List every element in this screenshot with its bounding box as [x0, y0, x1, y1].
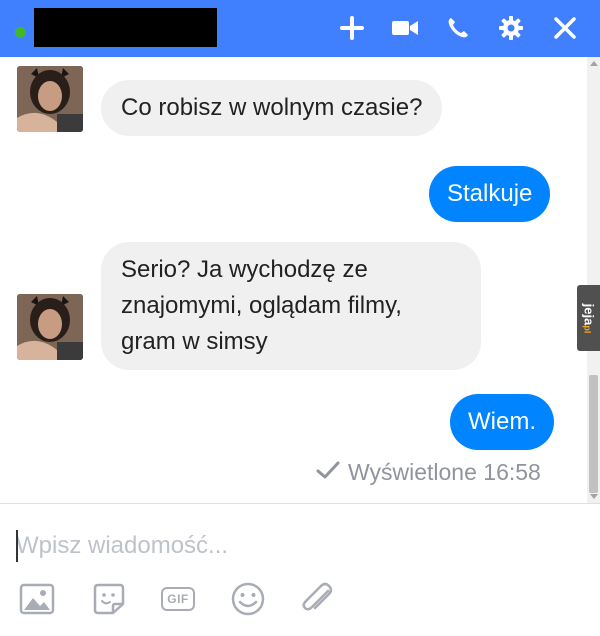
- site-watermark: jejapl: [577, 285, 600, 351]
- message-bubble-outgoing[interactable]: Wiem.: [450, 394, 554, 450]
- scroll-thumb[interactable]: [589, 375, 598, 493]
- checkmark-icon: [316, 459, 340, 486]
- attachment-icon[interactable]: [297, 580, 337, 618]
- online-status-indicator: [15, 27, 26, 38]
- message-list[interactable]: Co robisz w wolnym czasie? Stalkuje Seri…: [0, 57, 600, 503]
- plus-icon[interactable]: [335, 12, 369, 44]
- phone-icon[interactable]: [441, 12, 475, 44]
- contact-avatar[interactable]: [17, 66, 83, 132]
- composer-divider: [0, 503, 600, 504]
- seen-status: Wyświetlone 16:58: [316, 459, 541, 486]
- watermark-text: jeja: [581, 303, 596, 325]
- message-bubble-incoming[interactable]: Co robisz w wolnym czasie?: [101, 80, 443, 136]
- scroll-down-arrow-icon[interactable]: [590, 494, 598, 499]
- message-bubble-incoming[interactable]: Serio? Ja wychodzę ze znajomymi, oglądam…: [101, 242, 481, 370]
- watermark-suffix: pl: [582, 324, 592, 333]
- close-icon[interactable]: [548, 12, 582, 44]
- image-icon[interactable]: [17, 580, 57, 618]
- contact-name-redacted[interactable]: [34, 8, 217, 47]
- message-input[interactable]: [16, 528, 576, 564]
- video-camera-icon[interactable]: [388, 12, 422, 44]
- gif-label: GIF: [161, 587, 195, 611]
- message-list-scrollbar[interactable]: [587, 57, 600, 503]
- contact-avatar[interactable]: [17, 294, 83, 360]
- seen-status-text: Wyświetlone 16:58: [348, 459, 541, 485]
- gear-icon[interactable]: [494, 12, 528, 44]
- text-caret: [16, 530, 18, 562]
- sticker-icon[interactable]: [89, 580, 129, 618]
- scroll-up-arrow-icon[interactable]: [590, 61, 598, 66]
- gif-icon[interactable]: GIF: [158, 580, 198, 618]
- message-bubble-outgoing[interactable]: Stalkuje: [429, 166, 551, 222]
- chat-header: [0, 0, 600, 57]
- emoji-icon[interactable]: [228, 580, 268, 618]
